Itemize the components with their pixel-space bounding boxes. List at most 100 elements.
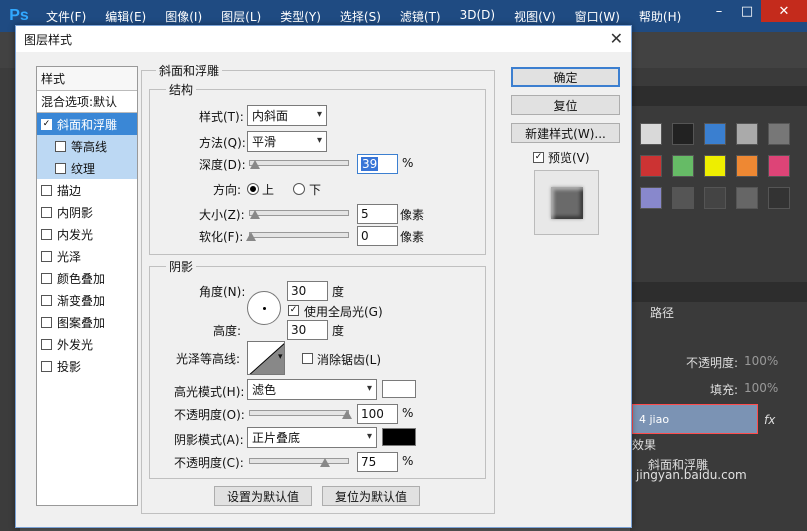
- altitude-input[interactable]: 30: [287, 320, 328, 340]
- tab-paths[interactable]: 路径: [650, 304, 674, 321]
- style-item[interactable]: 渐变叠加: [37, 289, 137, 311]
- depth-slider-thumb[interactable]: [250, 160, 260, 169]
- style-preset-swatch[interactable]: [640, 155, 662, 177]
- style-item[interactable]: 内阴影: [37, 201, 137, 223]
- size-slider[interactable]: [249, 210, 349, 219]
- style-preset-swatch[interactable]: [768, 187, 790, 209]
- style-checkbox[interactable]: ✓: [41, 118, 52, 130]
- soften-slider-thumb[interactable]: [246, 232, 256, 241]
- style-item[interactable]: ✓ 斜面和浮雕: [37, 113, 137, 135]
- style-item[interactable]: 内发光: [37, 223, 137, 245]
- style-checkbox[interactable]: [41, 228, 52, 240]
- direction-up-radio[interactable]: [247, 183, 259, 195]
- style-preset-swatch[interactable]: [704, 155, 726, 177]
- depth-input[interactable]: 39: [357, 154, 398, 174]
- shadow-mode-select[interactable]: 正片叠底 ▾: [247, 427, 377, 448]
- size-slider-thumb[interactable]: [250, 210, 260, 219]
- ok-button[interactable]: 确定: [511, 67, 620, 87]
- menu-item[interactable]: 视图(V): [514, 8, 556, 25]
- style-checkbox[interactable]: [55, 162, 66, 174]
- menu-item[interactable]: 窗口(W): [575, 8, 620, 25]
- shadow-opacity-thumb[interactable]: [320, 458, 330, 467]
- antialias-label[interactable]: 消除锯齿(L): [317, 351, 381, 368]
- style-checkbox[interactable]: [41, 360, 52, 372]
- reset-button[interactable]: 复位: [511, 95, 620, 115]
- fx-icon[interactable]: fx: [764, 413, 807, 427]
- highlight-opacity-slider[interactable]: [249, 410, 352, 419]
- highlight-color-swatch[interactable]: [382, 380, 416, 398]
- style-preset-swatch[interactable]: [640, 187, 662, 209]
- style-preset-swatch[interactable]: [704, 187, 726, 209]
- style-select[interactable]: 内斜面 ▾: [247, 105, 327, 126]
- style-preset-swatch[interactable]: [672, 155, 694, 177]
- depth-slider[interactable]: [249, 160, 349, 169]
- shadow-opacity-input[interactable]: 75: [357, 452, 398, 472]
- style-checkbox[interactable]: [41, 316, 52, 328]
- opacity-value[interactable]: 100%: [744, 354, 794, 368]
- close-icon[interactable]: ✕: [610, 29, 623, 48]
- style-preset-swatch[interactable]: [640, 123, 662, 145]
- preview-label[interactable]: 预览(V): [548, 149, 590, 166]
- menu-item[interactable]: 滤镜(T): [400, 8, 441, 25]
- direction-down-label[interactable]: 下: [309, 181, 321, 198]
- style-item[interactable]: 图案叠加: [37, 311, 137, 333]
- angle-input[interactable]: 30: [287, 281, 328, 301]
- maximize-button[interactable]: □: [733, 0, 761, 22]
- technique-select[interactable]: 平滑 ▾: [247, 131, 327, 152]
- style-preset-swatch[interactable]: [672, 123, 694, 145]
- style-checkbox[interactable]: [41, 272, 52, 284]
- style-preset-swatch[interactable]: [736, 123, 758, 145]
- menu-item[interactable]: 图像(I): [165, 8, 202, 25]
- global-light-label[interactable]: 使用全局光(G): [304, 303, 383, 320]
- style-item[interactable]: 投影: [37, 355, 137, 377]
- style-item[interactable]: 外发光: [37, 333, 137, 355]
- antialias-checkbox[interactable]: [302, 353, 313, 364]
- style-item[interactable]: 纹理: [37, 157, 137, 179]
- menu-item[interactable]: 3D(D): [460, 8, 495, 25]
- blend-options-item[interactable]: 混合选项:默认: [37, 91, 137, 113]
- menu-item[interactable]: 文件(F): [46, 8, 86, 25]
- highlight-mode-select[interactable]: 滤色 ▾: [247, 379, 377, 400]
- layer-row-selected[interactable]: 4 jiao: [632, 404, 758, 434]
- shadow-opacity-slider[interactable]: [249, 458, 349, 467]
- style-preset-swatch[interactable]: [768, 155, 790, 177]
- global-light-checkbox[interactable]: ✓: [288, 305, 299, 316]
- style-checkbox[interactable]: [41, 184, 52, 196]
- style-preset-swatch[interactable]: [672, 187, 694, 209]
- style-preset-swatch[interactable]: [736, 187, 758, 209]
- style-preset-swatch[interactable]: [704, 123, 726, 145]
- shadow-color-swatch[interactable]: [382, 428, 416, 446]
- reset-default-button[interactable]: 复位为默认值: [322, 486, 420, 506]
- new-style-button[interactable]: 新建样式(W)...: [511, 123, 620, 143]
- minimize-button[interactable]: –: [705, 0, 733, 22]
- menu-item[interactable]: 帮助(H): [639, 8, 681, 25]
- close-app-button[interactable]: ✕: [761, 0, 807, 22]
- fill-value[interactable]: 100%: [744, 381, 794, 395]
- style-preset-swatch[interactable]: [768, 123, 790, 145]
- style-checkbox[interactable]: [41, 250, 52, 262]
- style-checkbox[interactable]: [41, 338, 52, 350]
- style-item[interactable]: 光泽: [37, 245, 137, 267]
- size-input[interactable]: 5: [357, 204, 398, 224]
- style-checkbox[interactable]: [41, 294, 52, 306]
- menu-item[interactable]: 图层(L): [221, 8, 261, 25]
- soften-slider[interactable]: [246, 232, 349, 241]
- style-item[interactable]: 颜色叠加: [37, 267, 137, 289]
- menu-item[interactable]: 选择(S): [340, 8, 381, 25]
- direction-down-radio[interactable]: [293, 183, 305, 195]
- style-item[interactable]: 等高线: [37, 135, 137, 157]
- menu-item[interactable]: 编辑(E): [105, 8, 146, 25]
- style-item[interactable]: 描边: [37, 179, 137, 201]
- highlight-opacity-thumb[interactable]: [342, 410, 352, 419]
- contour-dropdown-icon[interactable]: ▾: [278, 352, 283, 362]
- styles-header[interactable]: 样式: [37, 67, 137, 91]
- style-preset-swatch[interactable]: [736, 155, 758, 177]
- style-checkbox[interactable]: [41, 206, 52, 218]
- angle-dial[interactable]: [247, 291, 281, 325]
- direction-up-label[interactable]: 上: [262, 181, 274, 198]
- menu-item[interactable]: 类型(Y): [280, 8, 321, 25]
- style-checkbox[interactable]: [55, 140, 66, 152]
- highlight-opacity-input[interactable]: 100: [357, 404, 398, 424]
- preview-checkbox[interactable]: ✓: [533, 152, 544, 163]
- soften-input[interactable]: 0: [357, 226, 398, 246]
